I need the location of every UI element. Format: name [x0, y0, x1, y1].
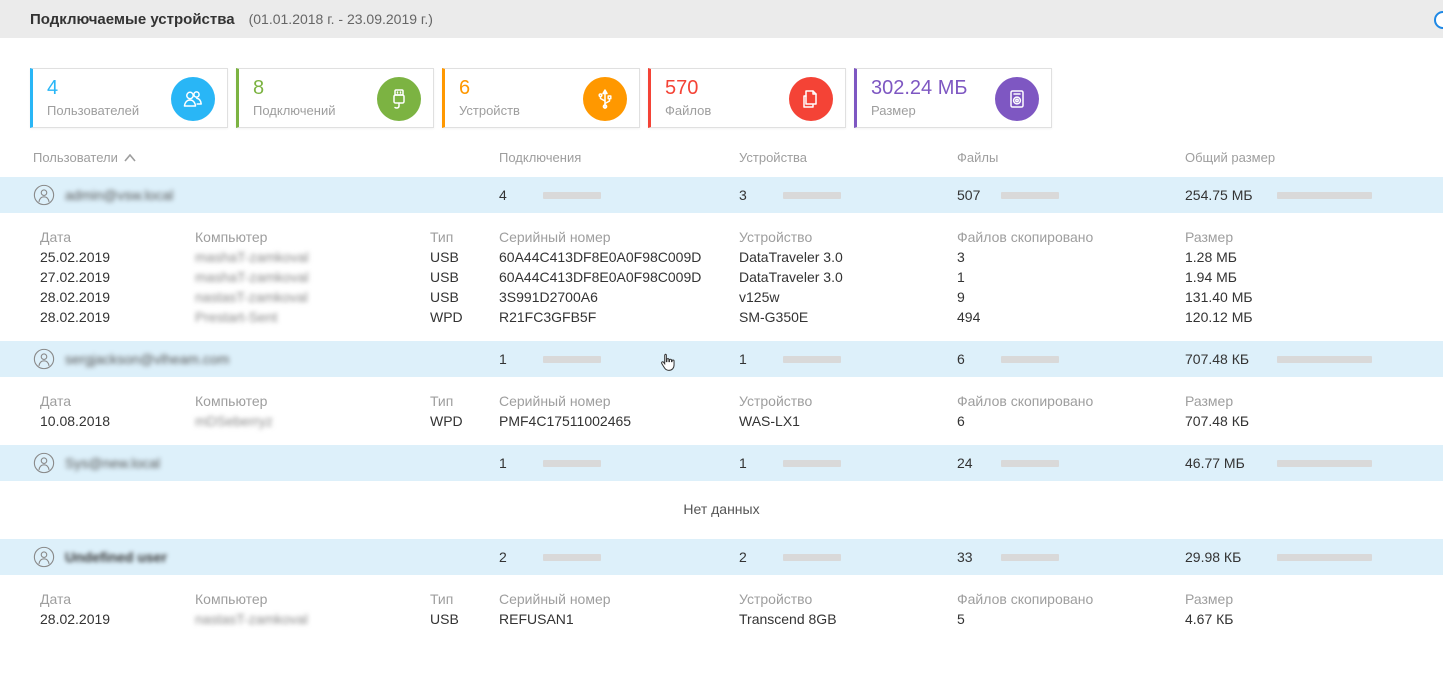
- detail-row: 28.02.2019 nastasT-zamkoval USB 3S991D27…: [40, 287, 1443, 307]
- column-total-size[interactable]: Общий размер: [1185, 150, 1443, 165]
- files-bar: [1001, 192, 1059, 199]
- detail-row: 10.08.2018 mDSeberryz WPD PMF4C175110024…: [40, 411, 1443, 431]
- user-row-1[interactable]: admin@vsw.local 4 3 507 254.75 МБ: [0, 177, 1443, 213]
- user-2-details: Дата Компьютер Тип Серийный номер Устрой…: [0, 377, 1443, 445]
- user-name: admin@vsw.local: [65, 187, 173, 203]
- user-row-4[interactable]: Undefined user 2 2 33 29.98 КБ: [0, 539, 1443, 575]
- detail-row: 28.02.2019 Prestart-Sent WPD R21FC3GFB5F…: [40, 307, 1443, 327]
- size-bar: [1277, 554, 1372, 561]
- no-data-message: Нет данных: [0, 481, 1443, 539]
- connections-bar: [543, 356, 601, 363]
- report-date-range: (01.01.2018 г. - 23.09.2019 г.): [249, 11, 433, 27]
- column-users[interactable]: Пользователи: [25, 150, 499, 165]
- user-1-details: Дата Компьютер Тип Серийный номер Устрой…: [0, 213, 1443, 341]
- devices-bar: [783, 356, 841, 363]
- files-metric: 33: [957, 549, 1185, 565]
- user-avatar-icon: [33, 184, 55, 206]
- column-files[interactable]: Файлы: [957, 150, 1185, 165]
- devices-metric: 2: [739, 549, 957, 565]
- user-name: Undefined user: [65, 549, 167, 565]
- devices-bar: [783, 460, 841, 467]
- sort-asc-icon: [124, 150, 136, 165]
- devices-bar: [783, 554, 841, 561]
- users-icon: [171, 77, 215, 121]
- files-icon: [789, 77, 833, 121]
- devices-metric: 1: [739, 455, 957, 471]
- summary-cards: 4 Пользователей 8 Подключений 6 Устройст…: [0, 38, 1443, 128]
- size-metric: 707.48 КБ: [1185, 351, 1443, 367]
- computer-name: mashaT-zamkoval: [195, 267, 430, 287]
- top-bar: Подключаемые устройства (01.01.2018 г. -…: [0, 0, 1443, 38]
- user-avatar-icon: [33, 546, 55, 568]
- connections-bar: [543, 460, 601, 467]
- connections-metric: 1: [499, 351, 739, 367]
- files-bar: [1001, 554, 1059, 561]
- size-bar: [1277, 192, 1372, 199]
- user-name: sergjackson@vlheam.com: [65, 351, 229, 367]
- user-4-details: Дата Компьютер Тип Серийный номер Устрой…: [0, 575, 1443, 643]
- size-bar: [1277, 460, 1372, 467]
- table-header: Пользователи Подключения Устройства Файл…: [0, 150, 1443, 165]
- card-devices: 6 Устройств: [442, 68, 640, 128]
- card-connections: 8 Подключений: [236, 68, 434, 128]
- user-avatar-icon: [33, 348, 55, 370]
- user-row-2[interactable]: sergjackson@vlheam.com 1 1 6 707.48 КБ: [0, 341, 1443, 377]
- usb-plug-icon: [377, 77, 421, 121]
- files-metric: 24: [957, 455, 1185, 471]
- detail-header: Дата Компьютер Тип Серийный номер Устрой…: [40, 229, 1443, 247]
- usb-symbol-icon: [583, 77, 627, 121]
- size-bar: [1277, 356, 1372, 363]
- devices-metric: 3: [739, 187, 957, 203]
- computer-name: nastasT-zamkoval: [195, 287, 430, 307]
- connections-bar: [543, 554, 601, 561]
- files-metric: 507: [957, 187, 1185, 203]
- size-metric: 46.77 МБ: [1185, 455, 1443, 471]
- files-metric: 6: [957, 351, 1185, 367]
- user-avatar-icon: [33, 452, 55, 474]
- detail-row: 25.02.2019 mashaT-zamkoval USB 60A44C413…: [40, 247, 1443, 267]
- connections-metric: 1: [499, 455, 739, 471]
- detail-row: 27.02.2019 mashaT-zamkoval USB 60A44C413…: [40, 267, 1443, 287]
- connections-metric: 2: [499, 549, 739, 565]
- storage-icon: [995, 77, 1039, 121]
- devices-metric: 1: [739, 351, 957, 367]
- column-devices[interactable]: Устройства: [739, 150, 957, 165]
- column-connections[interactable]: Подключения: [499, 150, 739, 165]
- page-title: Подключаемые устройства: [30, 11, 235, 28]
- size-metric: 29.98 КБ: [1185, 549, 1443, 565]
- detail-header: Дата Компьютер Тип Серийный номер Устрой…: [40, 591, 1443, 609]
- detail-header: Дата Компьютер Тип Серийный номер Устрой…: [40, 393, 1443, 411]
- connections-bar: [543, 192, 601, 199]
- files-bar: [1001, 356, 1059, 363]
- card-users: 4 Пользователей: [30, 68, 228, 128]
- computer-name: nastasT-zamkoval: [195, 609, 430, 629]
- detail-row: 28.02.2019 nastasT-zamkoval USB REFUSAN1…: [40, 609, 1443, 629]
- user-row-3[interactable]: Sys@new.local 1 1 24 46.77 МБ: [0, 445, 1443, 481]
- files-bar: [1001, 460, 1059, 467]
- card-size: 302.24 МБ Размер: [854, 68, 1052, 128]
- computer-name: mDSeberryz: [195, 411, 430, 431]
- computer-name: Prestart-Sent: [195, 307, 430, 327]
- refresh-button-partial[interactable]: [1434, 11, 1443, 29]
- size-metric: 254.75 МБ: [1185, 187, 1443, 203]
- devices-bar: [783, 192, 841, 199]
- card-files: 570 Файлов: [648, 68, 846, 128]
- connections-metric: 4: [499, 187, 739, 203]
- computer-name: mashaT-zamkoval: [195, 247, 430, 267]
- user-name: Sys@new.local: [65, 455, 160, 471]
